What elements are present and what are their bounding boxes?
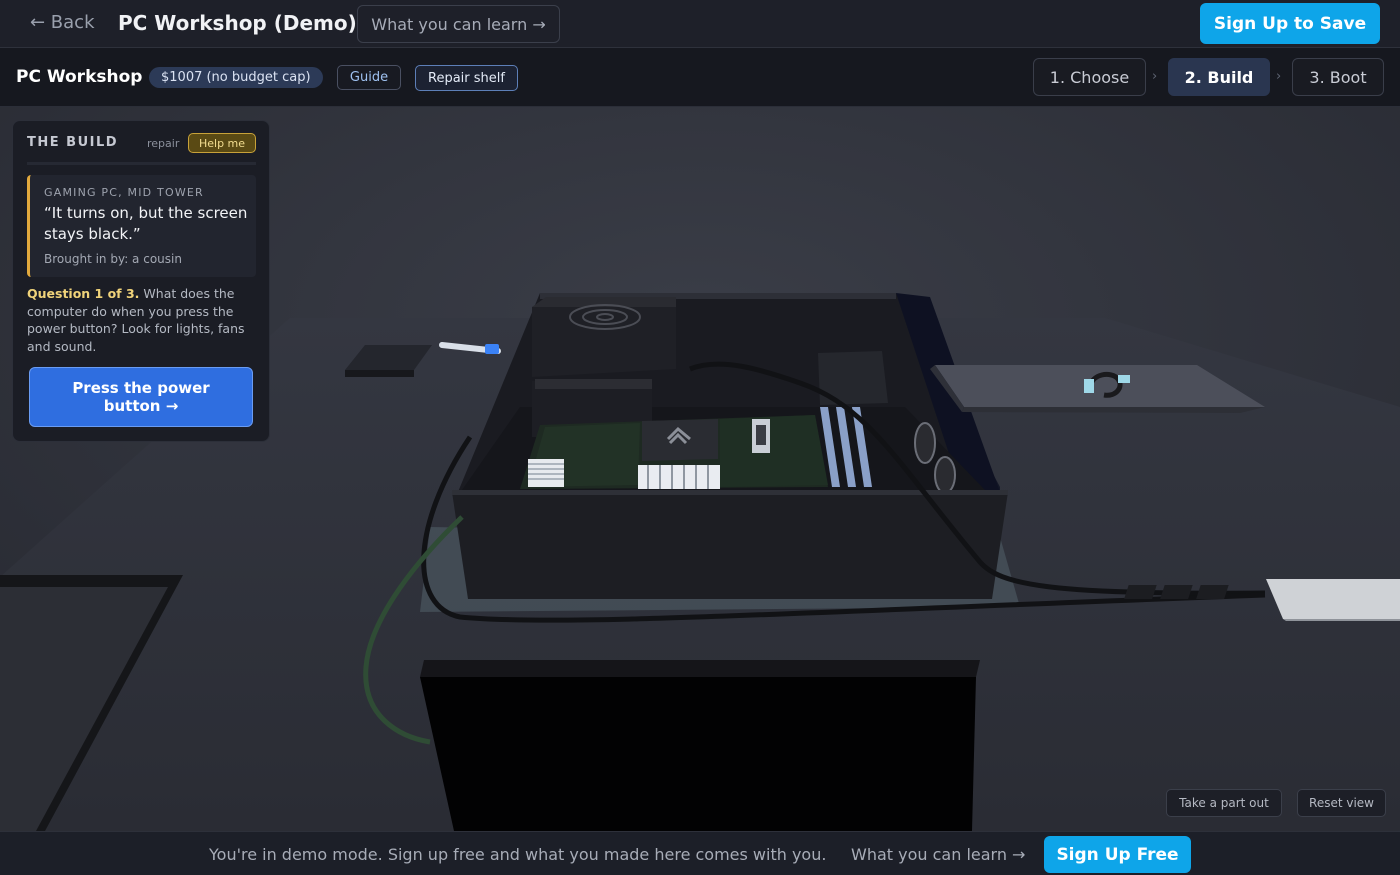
case-tag: GAMING PC, MID TOWER: [44, 186, 204, 199]
step-boot[interactable]: 3. Boot: [1292, 58, 1384, 96]
question-number: Question 1 of 3.: [27, 286, 140, 301]
workshop-title: PC Workshop: [16, 67, 143, 87]
question-text: Question 1 of 3. What does the computer …: [27, 285, 259, 355]
build-panel: THE BUILD repair Help me GAMING PC, MID …: [12, 120, 270, 442]
power-supply-part: [532, 297, 676, 377]
panel-heading: THE BUILD: [27, 135, 119, 150]
press-power-button[interactable]: Press the power button →: [29, 367, 253, 427]
chevron-right-icon: ›: [1152, 69, 1158, 84]
app-title: PC Workshop (Demo): [118, 11, 357, 35]
demo-banner: You're in demo mode. Sign up free and wh…: [0, 831, 1400, 875]
repair-shelf-button[interactable]: Repair shelf: [415, 65, 518, 91]
workshop-toolbar: PC Workshop $1007 (no budget cap) Guide …: [0, 48, 1400, 107]
banner-learn-link[interactable]: What you can learn →: [851, 845, 1025, 864]
mode-label: repair: [147, 137, 180, 150]
what-you-can-learn-button[interactable]: What you can learn →: [357, 5, 560, 43]
repair-case-card: GAMING PC, MID TOWER “It turns on, but t…: [27, 175, 256, 277]
take-part-out-button[interactable]: Take a part out: [1166, 789, 1282, 817]
budget-badge: $1007 (no budget cap): [149, 67, 323, 88]
demo-mode-text: You're in demo mode. Sign up free and wh…: [209, 845, 827, 864]
step-build[interactable]: 2. Build: [1168, 58, 1270, 96]
divider: [27, 162, 256, 165]
case-front-panel: [452, 492, 1008, 599]
case-source: Brought in by: a cousin: [44, 252, 182, 266]
help-me-button[interactable]: Help me: [188, 133, 256, 153]
top-bar: ← Back PC Workshop (Demo) What you can l…: [0, 0, 1400, 48]
reset-view-button[interactable]: Reset view: [1297, 789, 1386, 817]
sign-up-free-button[interactable]: Sign Up Free: [1044, 836, 1191, 873]
case-quote: “It turns on, but the screen stays black…: [44, 204, 248, 243]
chevron-right-icon: ›: [1276, 69, 1282, 84]
sign-up-to-save-button[interactable]: Sign Up to Save: [1200, 3, 1380, 44]
step-choose[interactable]: 1. Choose: [1033, 58, 1146, 96]
cpu-cooler: [642, 419, 718, 461]
monitor-part: [420, 660, 980, 677]
back-link[interactable]: ← Back: [30, 12, 95, 33]
guide-button[interactable]: Guide: [337, 65, 401, 90]
